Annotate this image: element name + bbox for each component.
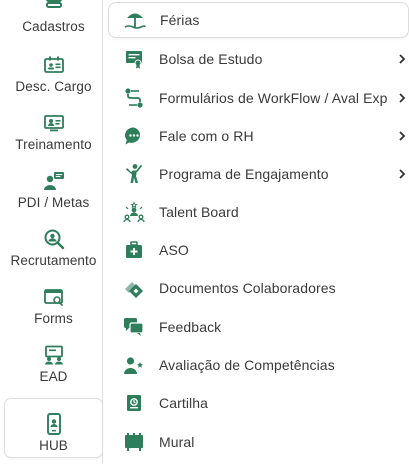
search-person-icon [43,228,65,250]
sidebar-item-recrutamento[interactable]: Recrutamento [4,214,103,272]
documents-icon [123,277,145,299]
menu-item-label: Cartilha [159,395,209,411]
sidebar-item-label: EAD [39,369,68,384]
chat-icon [123,125,145,147]
menu-item-label: Feedback [159,319,222,335]
menu-item-label: Talent Board [159,204,239,220]
sidebar-item-ead[interactable]: EAD [4,330,103,388]
menu-item-ferias[interactable]: Férias [108,2,409,38]
sidebar-item-hub[interactable]: HUB [4,398,103,458]
sidebar-item-treinamento[interactable]: Treinamento [4,98,103,156]
sidebar-item-desc-cargo[interactable]: Desc. Cargo [4,40,103,98]
menu-item-label: Mural [159,434,195,450]
sidebar-item-label: HUB [39,438,68,453]
person-star-icon [123,354,145,376]
sidebar-nav: Cadastros Desc. Cargo Treinamento PDI / … [0,0,103,464]
classroom-icon [43,344,65,366]
menu-item-programa-de-engajamento[interactable]: Programa de Engajamento [108,156,409,192]
feedback-icon [123,316,145,338]
chevron-right-icon [397,52,407,66]
certificate-icon [123,48,145,70]
menu-item-label: Documentos Colaboradores [159,280,336,296]
sidebar-item-label: Treinamento [15,137,92,152]
menu-item-label: Avaliação de Competências [159,357,335,373]
menu-item-label: ASO [159,242,189,258]
form-icon [43,286,65,308]
sidebar-item-cadastros[interactable]: Cadastros [4,0,103,38]
sidebar-item-label: Cadastros [22,19,85,34]
chevron-right-icon [397,129,407,143]
menu-item-label: Bolsa de Estudo [159,51,263,67]
menu-item-aso[interactable]: ASO [108,232,409,268]
sidebar-item-label: Forms [34,311,73,326]
menu-item-feedback[interactable]: Feedback [108,309,409,345]
menu-item-label: Programa de Engajamento [159,166,329,182]
menu-item-label: Férias [160,12,200,28]
menu-item-documentos-colaboradores[interactable]: Documentos Colaboradores [108,270,409,306]
chevron-right-icon [397,91,407,105]
board-icon [123,431,145,453]
person-chat-icon [43,170,65,192]
menu-item-talent-board[interactable]: Talent Board [108,194,409,230]
menu-item-bolsa-de-estudo[interactable]: Bolsa de Estudo [108,41,409,77]
id-card-icon [43,54,65,76]
menu-item-mural[interactable]: Mural [108,424,409,460]
hub-submenu: Férias Bolsa de Estudo Formulários de Wo… [104,0,409,464]
sidebar-item-forms[interactable]: Forms [4,272,103,330]
talent-icon [123,201,145,223]
sidebar-item-label: Recrutamento [10,253,97,268]
menu-item-cartilha[interactable]: Cartilha [108,385,409,421]
chevron-right-icon [397,167,407,181]
sidebar-item-pdi-metas[interactable]: PDI / Metas [4,156,103,214]
menu-item-label: Formulários de WorkFlow / Aval Exp [159,90,388,106]
presentation-icon [43,112,65,134]
mobile-hub-icon [43,413,65,435]
menu-item-avaliacao-de-competencias[interactable]: Avaliação de Competências [108,347,409,383]
sidebar-item-label: PDI / Metas [17,195,90,210]
sidebar-item-label: Desc. Cargo [15,79,92,94]
beach-icon [124,9,146,31]
booklet-icon [123,392,145,414]
workflow-icon [123,87,145,109]
menu-item-formularios-workflow[interactable]: Formulários de WorkFlow / Aval Exp [108,80,409,116]
menu-item-fale-com-o-rh[interactable]: Fale com o RH [108,118,409,154]
medical-kit-icon [123,239,145,261]
engagement-icon [123,163,145,185]
stack-icon [43,0,65,16]
menu-item-label: Fale com o RH [159,128,254,144]
